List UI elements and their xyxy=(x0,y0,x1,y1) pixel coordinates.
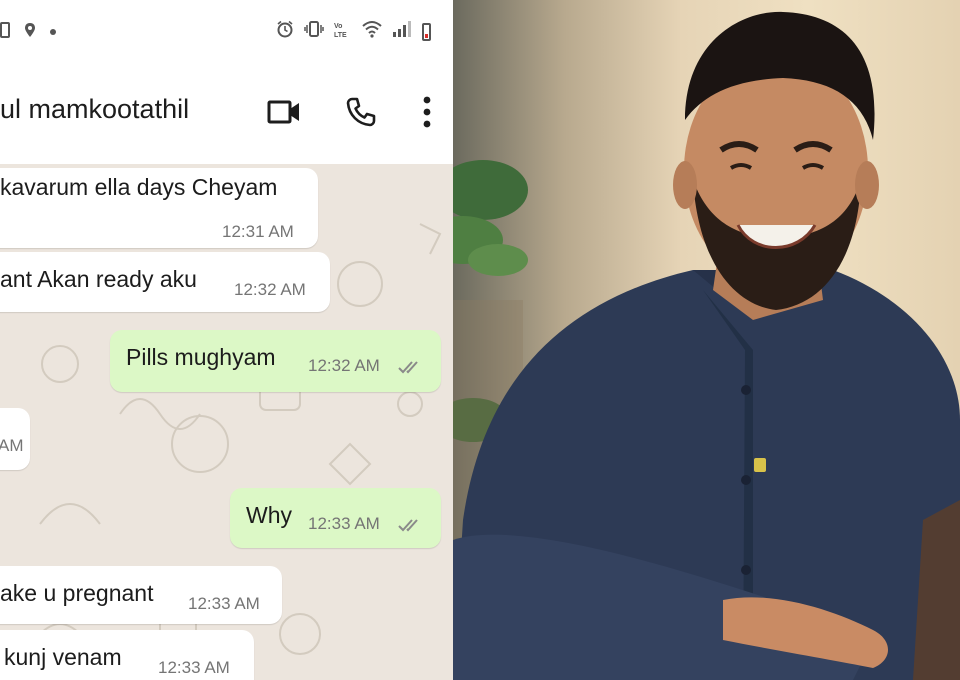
message-time: AM xyxy=(0,436,24,455)
battery-low-icon xyxy=(422,22,431,41)
message-time: 12:33 AM xyxy=(188,594,260,613)
phone-icon[interactable] xyxy=(341,92,381,132)
message-bubble-outgoing[interactable]: Pills mughyam 12:32 AM xyxy=(110,330,441,392)
chat-message-area[interactable]: kavarum ella days Cheyam 12:31 AM ant Ak… xyxy=(0,164,453,680)
contact-name[interactable]: ul mamkootathil xyxy=(0,94,189,125)
message-time: 12:32 AM xyxy=(234,280,306,299)
message-text: kunj venam xyxy=(4,644,122,670)
message-time: 12:32 AM xyxy=(308,356,380,375)
notification-dot-icon xyxy=(50,29,56,35)
message-bubble-incoming[interactable]: kavarum ella days Cheyam 12:31 AM xyxy=(0,168,318,248)
message-time: 12:31 AM xyxy=(222,222,294,241)
sim-icon xyxy=(0,22,10,42)
message-bubble-incoming[interactable]: ake u pregnant 12:33 AM xyxy=(0,566,282,624)
message-text: ake u pregnant xyxy=(0,580,154,606)
message-time: 12:33 AM xyxy=(308,514,380,533)
message-text: Why xyxy=(246,502,292,528)
chat-screenshot-panel: Vo LTE ul mamkootathil kavarum ella days… xyxy=(0,0,453,680)
message-bubble-incoming[interactable]: AM xyxy=(0,408,30,470)
vibrate-icon xyxy=(304,20,324,43)
signal-icon xyxy=(392,20,412,43)
wifi-icon xyxy=(362,20,382,43)
message-text: ant Akan ready aku xyxy=(0,266,197,292)
video-camera-icon[interactable] xyxy=(264,92,304,132)
message-text: Pills mughyam xyxy=(126,344,276,370)
message-bubble-incoming[interactable]: ant Akan ready aku 12:32 AM xyxy=(0,252,330,312)
alarm-icon xyxy=(276,20,294,43)
double-check-icon xyxy=(398,361,418,374)
svg-text:LTE: LTE xyxy=(334,32,347,38)
svg-text:Vo: Vo xyxy=(334,23,342,30)
message-bubble-incoming[interactable]: kunj venam 12:33 AM xyxy=(0,630,254,680)
location-icon xyxy=(24,22,36,42)
portrait-illustration xyxy=(453,11,960,680)
status-bar: Vo LTE xyxy=(0,0,453,64)
message-bubble-outgoing[interactable]: Why 12:33 AM xyxy=(230,488,441,548)
smiling-face xyxy=(673,11,879,310)
message-text: kavarum ella days Cheyam xyxy=(0,174,278,200)
more-vertical-icon[interactable] xyxy=(407,92,447,132)
portrait-photo xyxy=(453,0,960,680)
volte-icon: Vo LTE xyxy=(334,20,352,43)
message-time: 12:33 AM xyxy=(158,658,230,677)
double-check-icon xyxy=(398,519,418,532)
chat-header: ul mamkootathil xyxy=(0,64,453,164)
